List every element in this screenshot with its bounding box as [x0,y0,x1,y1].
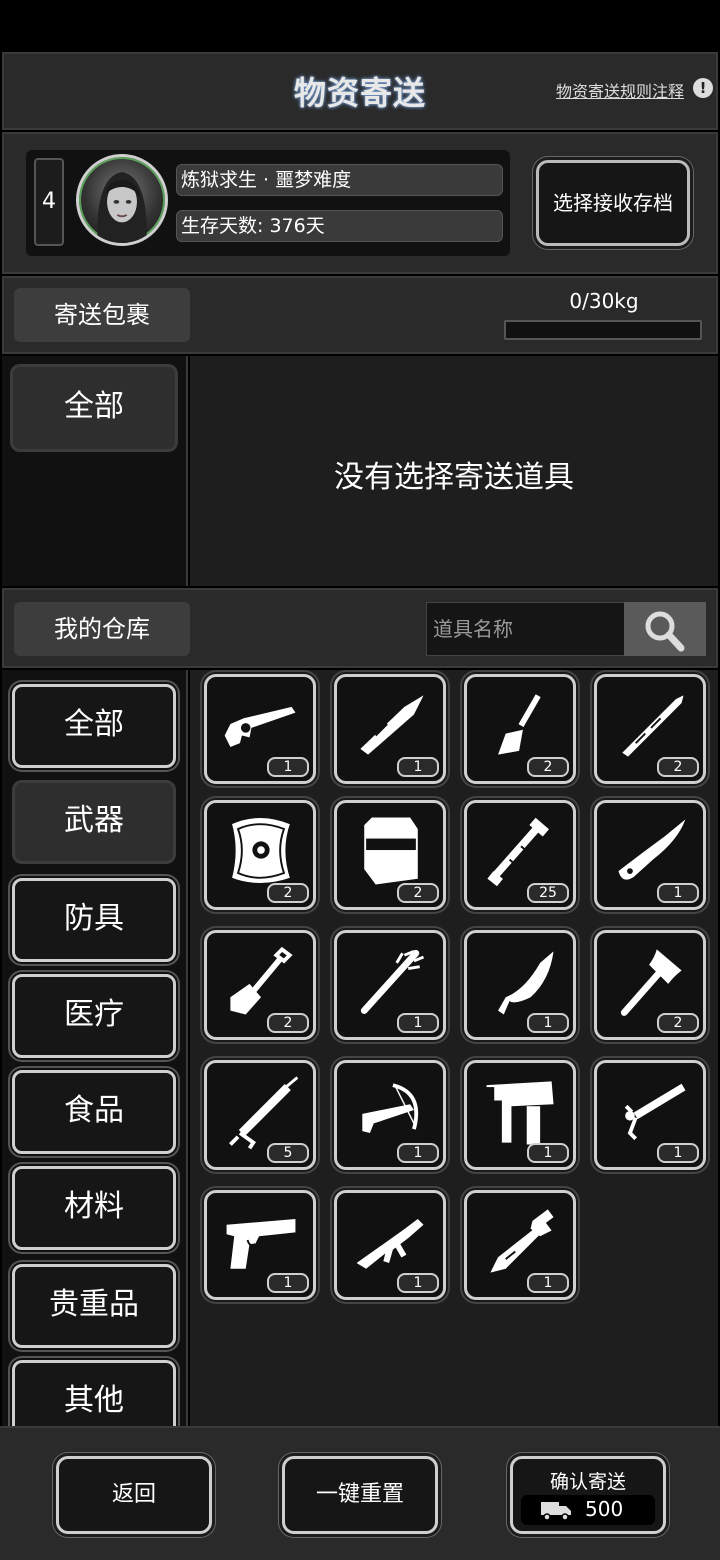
item-slot[interactable]: 1 [334,1190,446,1300]
category-button[interactable]: 其他 [12,1360,176,1426]
item-slot[interactable]: 2 [594,930,706,1040]
category-button[interactable]: 食品 [12,1070,176,1154]
nail-gun-icon [484,1081,554,1145]
item-quantity: 25 [527,883,569,903]
item-quantity: 1 [397,1143,439,1163]
avatar [76,154,168,246]
item-slot[interactable]: 2 [334,800,446,910]
item-quantity: 1 [267,757,309,777]
item-quantity: 1 [657,883,699,903]
wrench-icon [490,1209,554,1273]
confirm-send-button[interactable]: 确认寄送 500 [510,1456,666,1534]
item-slot[interactable]: 2 [204,800,316,910]
item-quantity: 5 [267,1143,309,1163]
item-quantity: 1 [527,1273,569,1293]
item-slot[interactable]: 1 [464,930,576,1040]
item-slot[interactable]: 1 [334,1060,446,1170]
item-slot[interactable]: 1 [334,674,446,784]
save-level: 4 [34,158,64,246]
item-slot[interactable]: 25 [464,800,576,910]
back-button[interactable]: 返回 [56,1456,212,1534]
parcel-label: 寄送包裹 [14,288,190,342]
item-quantity: 2 [267,1013,309,1033]
item-quantity: 1 [397,1273,439,1293]
spiked-bat-icon [360,949,425,1014]
category-button[interactable]: 防具 [12,878,176,962]
knife-icon [618,819,686,880]
machete-icon [498,951,554,1015]
warehouse-grid: 1 1 2 2 2 2 25 1 2 1 1 2 5 1 1 1 1 1 1 [190,670,718,1426]
item-slot[interactable]: 2 [594,674,706,784]
item-quantity: 2 [657,757,699,777]
truck-icon [541,1502,571,1521]
item-quantity: 2 [267,883,309,903]
revolver-icon [224,706,296,747]
item-slot[interactable]: 1 [204,674,316,784]
category-button[interactable]: 全部 [12,684,176,768]
pistol-icon [226,1219,296,1269]
cost-box: 500 [521,1495,655,1525]
parcel-category-all[interactable]: 全部 [10,364,178,452]
item-quantity: 1 [657,1143,699,1163]
item-slot[interactable]: 2 [204,930,316,1040]
smg-icon [356,1219,424,1269]
crowbar-icon [622,695,684,757]
item-slot[interactable]: 5 [204,1060,316,1170]
item-quantity: 2 [397,883,439,903]
category-button[interactable]: 贵重品 [12,1264,176,1348]
item-quantity: 1 [397,1013,439,1033]
item-slot[interactable]: 1 [464,1060,576,1170]
weight-bar [504,320,702,340]
confirm-send-label: 确认寄送 [549,1471,626,1493]
status-bar [0,0,720,50]
rules-link[interactable]: 物资寄送规则注释 [556,78,684,102]
search-button[interactable] [624,602,706,656]
spear-icon [360,695,424,755]
item-quantity: 2 [657,1013,699,1033]
survival-days: 生存天数: 376天 [176,210,503,242]
item-slot[interactable]: 1 [334,930,446,1040]
item-quantity: 1 [267,1273,309,1293]
search-icon [645,611,685,652]
item-slot[interactable]: 1 [464,1190,576,1300]
category-button[interactable]: 武器 [12,780,176,864]
item-quantity: 2 [527,757,569,777]
trowel-icon [498,694,541,755]
shovel-icon [230,946,293,1015]
weight-text: 0/30kg [569,289,639,313]
reset-button[interactable]: 一键重置 [282,1456,438,1534]
info-icon[interactable]: ! [693,78,713,98]
save-name: 炼狱求生 · 噩梦难度 [176,164,503,196]
warehouse-label: 我的仓库 [14,602,190,656]
item-slot[interactable]: 1 [204,1190,316,1300]
crossbow-pistol-icon [362,1083,419,1133]
grease-gun-icon [624,1083,686,1141]
item-slot[interactable]: 1 [594,1060,706,1170]
category-button[interactable]: 医疗 [12,974,176,1058]
item-slot[interactable]: 2 [464,674,576,784]
cost-value: 500 [585,1497,624,1521]
item-quantity: 1 [527,1143,569,1163]
axe-icon [620,949,682,1016]
empty-message: 没有选择寄送道具 [334,460,574,495]
category-button[interactable]: 材料 [12,1166,176,1250]
search-input[interactable] [426,602,626,656]
item-quantity: 1 [527,1013,569,1033]
item-quantity: 1 [397,757,439,777]
select-save-button[interactable]: 选择接收存档 [536,160,690,246]
pipe-icon [487,817,549,887]
caulk-gun-icon [229,1076,299,1150]
item-slot[interactable]: 1 [594,800,706,910]
riot-shield-icon [364,817,418,885]
shield-icon [228,815,294,886]
